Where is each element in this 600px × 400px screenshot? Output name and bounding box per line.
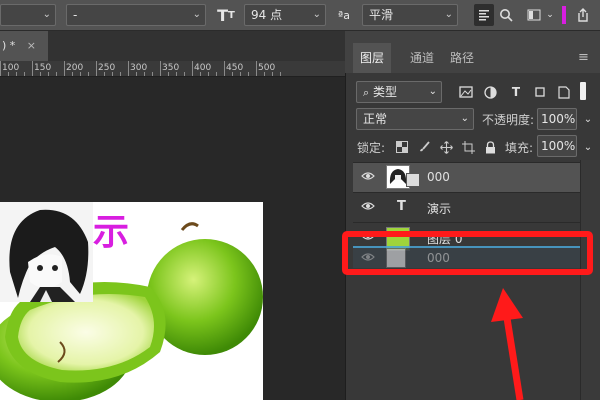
annotation-arrow-head xyxy=(491,288,523,322)
annotation-arrow-shaft xyxy=(503,317,524,400)
annotation-overlay xyxy=(342,231,593,400)
highlight-box xyxy=(342,231,593,275)
